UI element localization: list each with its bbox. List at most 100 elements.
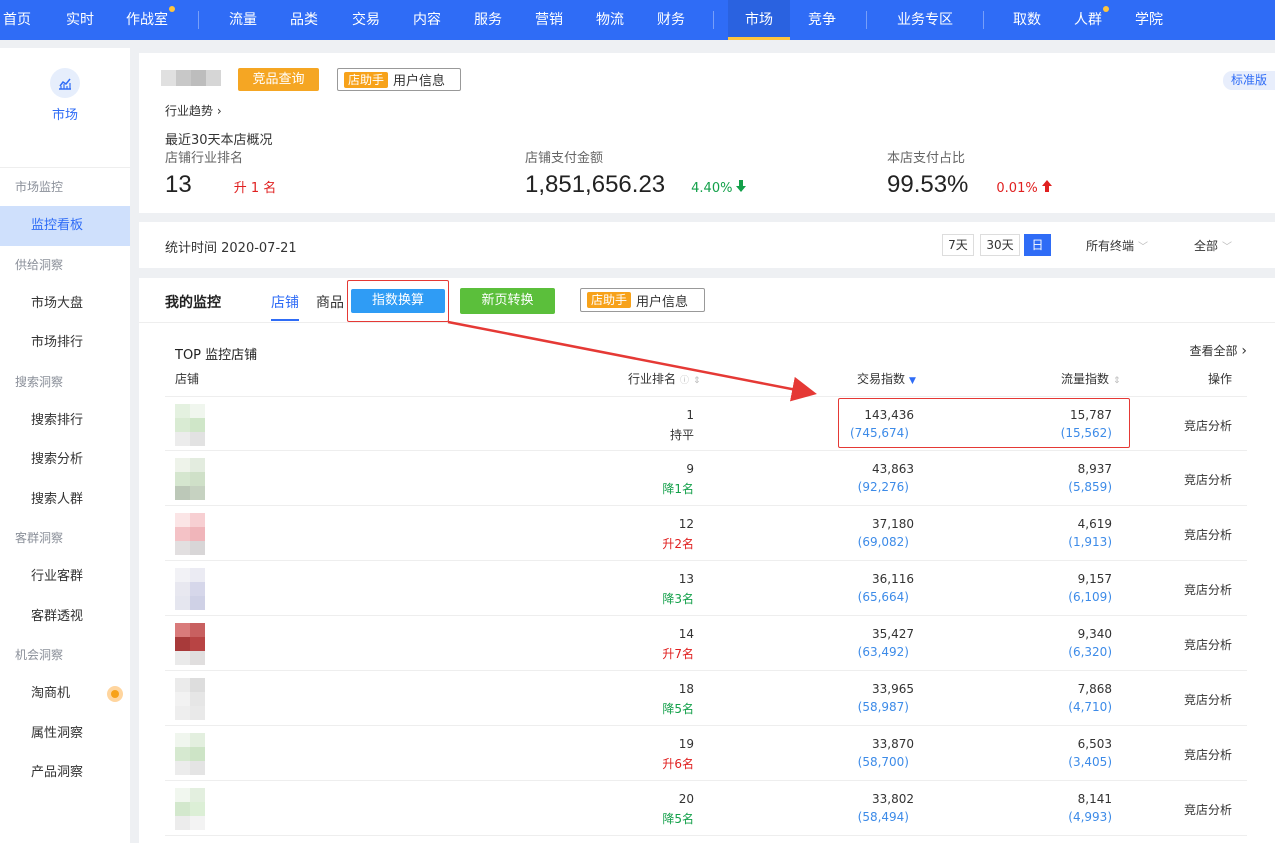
nav-traffic[interactable]: 流量 (229, 0, 257, 40)
sidebar: 市场 市场监控 监控看板 供给洞察 市场大盘 市场排行 搜索洞察 搜索排行 搜索… (0, 48, 130, 843)
filter-bar: 统计时间 2020-07-21 7天 30天 日 所有终端 ﹀ 全部 ﹀ (139, 222, 1275, 268)
stat-value: 13 (165, 171, 192, 198)
shop-thumbnail[interactable]: #f2f2f6#ebebf3#e8e8f0#d6d7ea#e5e6ef#cfd1… (175, 568, 205, 610)
sidebar-item-crowd-insight[interactable]: 客群透视 (0, 597, 130, 637)
nav-finance[interactable]: 财务 (657, 0, 685, 40)
range-7d-button[interactable]: 7天 (942, 234, 974, 256)
nav-home[interactable]: 首页 (3, 0, 31, 40)
compete-analysis-link[interactable]: 竞店分析 (1184, 417, 1232, 434)
compete-analysis-link[interactable]: 竞店分析 (1184, 526, 1232, 543)
notification-dot (169, 6, 175, 12)
shop-thumbnail[interactable]: #d97b7b#c86060#a83a3a#b84444#eaeaea#e0de… (175, 623, 205, 665)
index-convert-button[interactable]: 指数换算 (351, 289, 445, 313)
trade-index-converted: (58,700) (857, 755, 909, 769)
thumb-cell: #cfe6c8 (190, 418, 205, 432)
thumb-cell: #d8d6d7 (190, 541, 205, 555)
compete-query-button[interactable]: 竞品查询 (238, 68, 319, 91)
sidebar-item-search-crowd[interactable]: 搜索人群 (0, 480, 130, 520)
store-helper-user-info[interactable]: 店助手 用户信息 (580, 288, 705, 312)
terminal-select[interactable]: 所有终端 ﹀ (1086, 237, 1148, 254)
sidebar-item-search-analysis[interactable]: 搜索分析 (0, 440, 130, 480)
nav-war-room[interactable]: 作战室 (126, 0, 175, 40)
shop-thumbnail[interactable]: #f0f6ee#e3efdf#d6e9d0#cde4c6#ececec#e4e4… (175, 733, 205, 775)
trade-index-converted: (63,492) (857, 645, 909, 659)
nav-service[interactable]: 服务 (474, 0, 502, 40)
nav-academy[interactable]: 学院 (1135, 0, 1163, 40)
flow-index: 4,619 (1077, 517, 1112, 531)
trade-index: 33,870 (872, 737, 914, 751)
tab-product[interactable]: 商品 (316, 292, 344, 312)
range-30d-button[interactable]: 30天 (980, 234, 1020, 256)
column-header-rank[interactable]: 行业排名 ⓘ ⇕ (628, 370, 701, 387)
shop-thumbnail[interactable]: #eef3ea#e3ecdf#d5e6cf#cfe0c8#bcc8b8#c6d2… (175, 458, 205, 500)
sidebar-group-title: 市场监控 (15, 180, 64, 194)
info-icon: ⓘ (680, 376, 690, 386)
nav-category[interactable]: 品类 (290, 0, 318, 40)
store-helper-user-info[interactable]: 店助手 用户信息 (337, 68, 461, 91)
sidebar-item-product-insight[interactable]: 产品洞察 (0, 753, 130, 793)
nav-logistics[interactable]: 物流 (596, 0, 624, 40)
industry-rank: 14 (678, 627, 694, 641)
sidebar-header[interactable]: 市场 (0, 68, 130, 168)
range-day-button[interactable]: 日 (1024, 234, 1051, 256)
sidebar-item-monitor-board[interactable]: 监控看板 (0, 206, 130, 246)
thumb-cell: #eeeeee (175, 706, 190, 720)
shop-thumbnail[interactable]: #f1f7ef#e3efdf#d3e8cd#dcefd6#ececec#f3f3… (175, 788, 205, 830)
sidebar-item-search-ranking[interactable]: 搜索排行 (0, 401, 130, 441)
nav-competition[interactable]: 竞争 (808, 0, 836, 40)
nav-market[interactable]: 市场 (728, 0, 790, 40)
shop-thumbnail[interactable]: #ebebeb#dddddd#f2f2f2#e6e6e6#eeeeee#e9e9… (175, 678, 205, 720)
thumb-cell: #d3e8cd (175, 802, 190, 816)
table-row: #fbe5e6#f7cfd2#f4c2c6#f0b5ba#e2dfe0#d8d6… (165, 506, 1247, 561)
column-header-operation: 操作 (1208, 372, 1233, 386)
thumb-cell: #f1f7ef (175, 788, 190, 802)
thumb-cell: #ececec (175, 432, 190, 446)
nav-content[interactable]: 内容 (413, 0, 441, 40)
notification-dot (1103, 6, 1109, 12)
trade-index: 36,116 (872, 572, 914, 586)
industry-trend-link[interactable]: 行业趋势 › (165, 102, 222, 119)
flow-index-converted: (6,109) (1068, 590, 1112, 604)
nav-realtime[interactable]: 实时 (66, 0, 94, 40)
flow-index-converted: (3,405) (1068, 755, 1112, 769)
compete-analysis-link[interactable]: 竞店分析 (1184, 691, 1232, 708)
scope-select[interactable]: 全部 ﹀ (1194, 237, 1232, 254)
nav-marketing[interactable]: 营销 (535, 0, 563, 40)
nav-data-fetch[interactable]: 取数 (1013, 0, 1041, 40)
view-all-label: 查看全部 (1189, 344, 1238, 358)
thumb-cell: #e2e2e2 (190, 432, 205, 446)
compete-analysis-link[interactable]: 竞店分析 (1184, 471, 1232, 488)
tab-shop[interactable]: 店铺 (271, 292, 299, 321)
industry-rank: 12 (678, 517, 694, 531)
compete-analysis-link[interactable]: 竞店分析 (1184, 636, 1232, 653)
rank-change: 升6名 (662, 757, 694, 771)
shop-thumbnail[interactable]: #e4f1e0#f0f6ee#d9ebd3#cfe6c8#ececec#e2e2… (175, 404, 205, 446)
sort-icon: ⇕ (1113, 376, 1121, 386)
thumb-cell: #e4f1e0 (175, 404, 190, 418)
sidebar-item-attribute-insight[interactable]: 属性洞察 (0, 714, 130, 754)
thumb-cell: #e3efdf (190, 733, 205, 747)
column-header-trade-index[interactable]: 交易指数 ▼ (857, 370, 916, 387)
sidebar-item-market-ranking[interactable]: 市场排行 (0, 323, 130, 363)
view-all-link[interactable]: 查看全部 › (1190, 342, 1247, 359)
compete-analysis-link[interactable]: 竞店分析 (1184, 581, 1232, 598)
sidebar-item-industry-crowd[interactable]: 行业客群 (0, 557, 130, 597)
thumb-cell: #cfd1e6 (190, 596, 205, 610)
column-header-flow-index[interactable]: 流量指数 ⇕ (1061, 370, 1121, 387)
sidebar-item-taobao-opportunity[interactable]: 淘商机 (0, 674, 130, 714)
compete-analysis-link[interactable]: 竞店分析 (1184, 746, 1232, 763)
table-row: #f1f7ef#e3efdf#d3e8cd#dcefd6#ececec#f3f3… (165, 781, 1247, 836)
thumb-cell: #d6d7ea (190, 582, 205, 596)
rank-change: 升7名 (662, 647, 694, 661)
nav-trade[interactable]: 交易 (352, 0, 380, 40)
stat-value: 1,851,656.23 (525, 171, 666, 198)
table-row: #eef3ea#e3ecdf#d5e6cf#cfe0c8#bcc8b8#c6d2… (165, 451, 1247, 506)
sidebar-item-market-overview[interactable]: 市场大盘 (0, 284, 130, 324)
nav-business-zone[interactable]: 业务专区 (897, 0, 953, 40)
new-page-convert-button[interactable]: 新页转换 (460, 288, 555, 314)
shop-thumbnail[interactable]: #fbe5e6#f7cfd2#f4c2c6#f0b5ba#e2dfe0#d8d6… (175, 513, 205, 555)
industry-rank: 20 (678, 792, 694, 806)
compete-analysis-link[interactable]: 竞店分析 (1184, 801, 1232, 818)
my-monitor-title: 我的监控 (165, 295, 221, 311)
nav-crowd[interactable]: 人群 (1074, 0, 1109, 40)
